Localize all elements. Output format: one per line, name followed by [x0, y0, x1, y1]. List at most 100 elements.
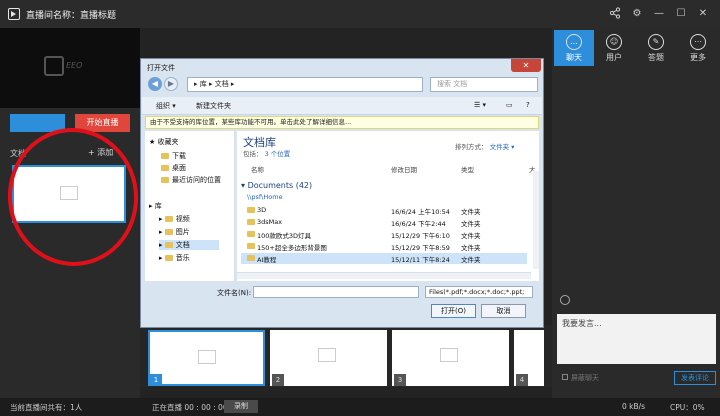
file-date: 15/12/29 下午6:10: [391, 232, 450, 240]
nav-pictures[interactable]: ▸ 图片: [159, 227, 190, 237]
nav-music[interactable]: ▸ 音乐: [159, 253, 190, 263]
send-comment-button[interactable]: 发表评论: [674, 371, 716, 385]
tab-more[interactable]: ⋯ 更多: [678, 30, 718, 66]
chat-input[interactable]: 我要发言...: [557, 314, 716, 364]
cpu-usage: CPU：0%: [670, 403, 705, 412]
group-path[interactable]: \\psf\Home: [247, 193, 283, 201]
column-type[interactable]: 类型: [461, 164, 474, 174]
slide-thumbnail[interactable]: [270, 330, 387, 386]
tab-quiz-label: 答题: [648, 53, 664, 62]
tab-more-label: 更多: [690, 53, 706, 62]
network-speed: 0 kB/s: [622, 402, 646, 411]
group-title-label: Documents (42): [247, 181, 313, 190]
view-options-icon[interactable]: ☰ ▾: [474, 101, 486, 109]
dialog-close-icon[interactable]: ✕: [511, 59, 541, 72]
folder-icon: [161, 153, 169, 159]
documents-icon: [164, 242, 173, 248]
column-name[interactable]: 名称: [251, 164, 264, 174]
record-button[interactable]: 录制: [224, 400, 258, 413]
nav-downloads[interactable]: 下载: [161, 151, 186, 161]
nav-videos-label: 视频: [175, 215, 190, 223]
file-type: 文件夹: [461, 208, 481, 216]
file-type: 文件夹: [461, 256, 481, 264]
document-icon: [440, 348, 458, 362]
library-locations-link[interactable]: 3 个位置: [265, 150, 291, 158]
address-bar[interactable]: ▸ 库 ▸ 文档 ▸: [187, 77, 423, 92]
file-row[interactable]: 3D 16/6/24 上午10:54 文件夹: [241, 205, 527, 216]
tab-chat[interactable]: … 聊天: [554, 30, 594, 66]
preview-pane-icon[interactable]: ▭: [506, 101, 513, 109]
nav-videos[interactable]: ▸ 视频: [159, 214, 190, 224]
cancel-button[interactable]: 取消: [481, 304, 526, 318]
new-folder-button[interactable]: 新建文件夹: [196, 101, 231, 111]
file-row[interactable]: AI教程 15/12/11 下午8:24 文件夹: [241, 253, 527, 264]
status-bar: 当前直播间共有：1人 正在直播 00 : 00 : 00 0 kB/s CPU：…: [0, 398, 720, 416]
file-row[interactable]: 150+超全多边形背景图 15/12/29 下午8:59 文件夹: [241, 241, 527, 252]
chat-icon: …: [566, 34, 582, 50]
nav-recent[interactable]: 最近访问的位置: [161, 175, 221, 185]
forward-arrow-icon[interactable]: ▶: [164, 77, 178, 91]
filetype-value: Files(*.pdf;*.docx;*.doc;*.ppt;: [429, 288, 525, 296]
file-type: 文件夹: [461, 244, 481, 252]
shield-chat-checkbox[interactable]: [562, 374, 568, 380]
tab-users[interactable]: ☺ 用户: [594, 30, 634, 66]
column-date[interactable]: 修改日期: [391, 164, 417, 174]
search-input[interactable]: 搜索 文档: [430, 77, 538, 92]
dialog-toolbar: 组织 ▾ 新建文件夹 ☰ ▾ ▭ ?: [142, 97, 542, 115]
maximize-icon[interactable]: ☐: [674, 7, 688, 21]
tab-chat-label: 聊天: [566, 53, 582, 62]
slide-number: 4: [516, 374, 528, 386]
music-icon: [164, 255, 173, 261]
shield-chat-label: 屏蔽聊天: [571, 374, 599, 382]
nav-desktop[interactable]: 桌面: [161, 163, 186, 173]
emoji-icon[interactable]: [560, 295, 570, 305]
organize-menu[interactable]: 组织 ▾: [156, 101, 176, 111]
minimize-icon[interactable]: —: [652, 7, 666, 21]
share-icon[interactable]: [608, 7, 622, 21]
file-row[interactable]: 100款欧式3D灯具 15/12/29 下午6:10 文件夹: [241, 229, 527, 240]
nav-recent-label: 最近访问的位置: [172, 176, 221, 184]
tab-quiz[interactable]: ✎ 答题: [636, 30, 676, 66]
file-row[interactable]: 3dsMax 16/6/24 下午2:44 文件夹: [241, 217, 527, 228]
group-title: ▾ Documents (42): [241, 181, 313, 190]
file-date: 16/6/24 下午2:44: [391, 220, 446, 228]
arrange-by: 排列方式： 文件夹 ▾: [455, 141, 514, 151]
filename-input[interactable]: [253, 286, 419, 298]
document-icon: [198, 350, 216, 364]
live-timer: 正在直播 00 : 00 : 00: [152, 403, 228, 412]
help-icon[interactable]: ?: [526, 101, 530, 109]
nav-library-label: 库: [154, 202, 162, 210]
nav-library[interactable]: ▸ 库: [149, 201, 162, 211]
library-includes: 包括：: [243, 150, 263, 158]
title-bar: 直播间名称：直播标题 ⚙ — ☐ ✕: [0, 0, 720, 28]
nav-favorites-label: 收藏夹: [157, 138, 179, 146]
slide-thumbnail[interactable]: [392, 330, 509, 386]
nav-desktop-label: 桌面: [172, 164, 186, 172]
info-bar[interactable]: 由于不受支持的库位置，某些库功能不可用。单击此处了解详细信息...: [145, 116, 539, 129]
vertical-scrollbar[interactable]: [533, 171, 539, 269]
slide-number: 3: [394, 374, 406, 386]
file-date: 16/6/24 上午10:54: [391, 208, 450, 216]
gear-icon[interactable]: ⚙: [630, 7, 644, 21]
file-name: AI教程: [257, 256, 277, 264]
video-icon: [164, 216, 173, 222]
horizontal-scrollbar[interactable]: [237, 272, 531, 279]
tab-users-label: 用户: [606, 53, 622, 62]
back-arrow-icon[interactable]: ◀: [148, 77, 162, 91]
app-logo-icon: [8, 8, 20, 20]
app-title: 直播间名称：直播标题: [26, 11, 117, 21]
file-name: 3dsMax: [257, 218, 283, 226]
file-name: 3D: [257, 206, 267, 214]
online-count: 当前直播间共有：1人: [10, 403, 83, 412]
live-preview: EEO: [0, 28, 140, 108]
close-icon[interactable]: ✕: [696, 7, 710, 21]
nav-documents[interactable]: ▸ 文档: [159, 240, 219, 250]
filetype-select[interactable]: Files(*.pdf;*.docx;*.doc;*.ppt;: [425, 286, 533, 298]
open-button[interactable]: 打开(O): [431, 304, 476, 318]
slide-thumbnail[interactable]: [148, 330, 265, 386]
navigation-pane: ★ 收藏夹 下载 桌面 最近访问的位置 ▸ 库 ▸ 视频 ▸ 图片 ▸ 文档 ▸…: [145, 131, 235, 281]
nav-downloads-label: 下载: [172, 152, 186, 160]
nav-favorites[interactable]: ★ 收藏夹: [149, 137, 179, 147]
slide-number: 2: [272, 374, 284, 386]
arrange-dropdown[interactable]: 文件夹 ▾: [490, 143, 515, 151]
